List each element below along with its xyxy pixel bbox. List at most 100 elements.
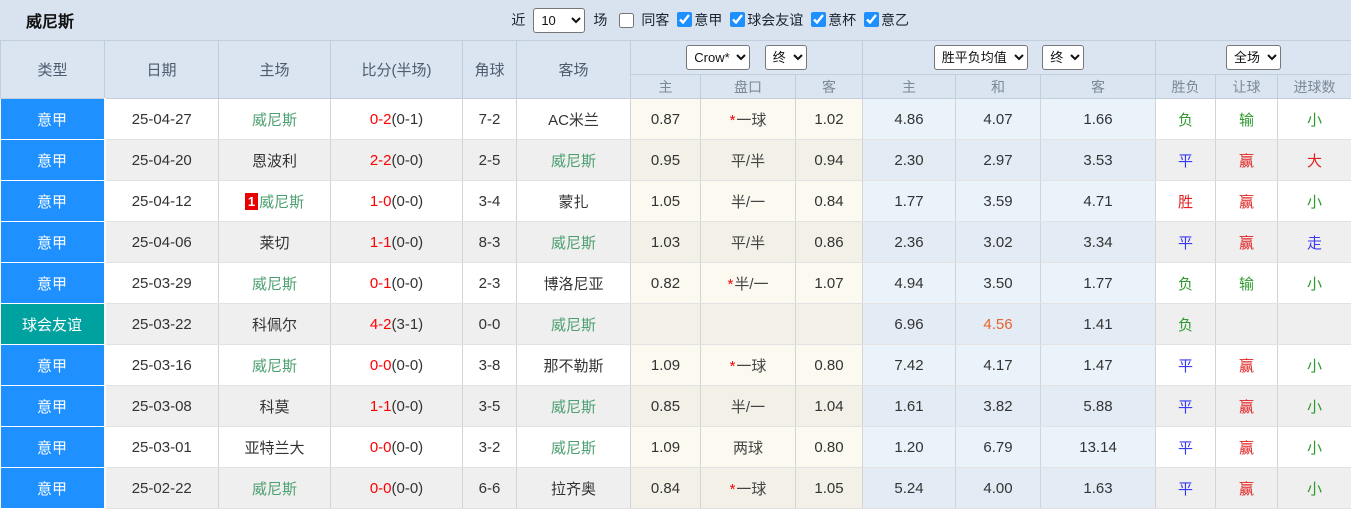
handicap-line-cell: 平/半 xyxy=(700,221,796,263)
mean-draw-cell: 2.97 xyxy=(955,139,1042,181)
subcol-odds-away: 客 xyxy=(794,74,864,99)
mean-home-cell: 4.86 xyxy=(862,98,957,140)
home-team-cell[interactable]: 科佩尔 xyxy=(218,303,331,345)
mean-stage-select[interactable]: 终 xyxy=(1042,45,1085,70)
home-team-cell[interactable]: 科莫 xyxy=(218,385,331,427)
away-team-cell[interactable]: 那不勒斯 xyxy=(516,344,631,386)
home-team-cell[interactable]: 恩波利 xyxy=(218,139,331,181)
mean-away-cell: 4.71 xyxy=(1040,180,1157,222)
table-row: 球会友谊 25-03-22 科佩尔 4-2(3-1) 0-0 威尼斯 6.96 … xyxy=(0,303,1351,345)
away-team-cell[interactable]: 威尼斯 xyxy=(516,303,631,345)
corners-cell: 3-2 xyxy=(462,426,517,468)
league-filter-checkbox[interactable] xyxy=(677,12,693,28)
odds-stage-select[interactable]: 终 xyxy=(764,45,807,70)
league-cell: 意甲 xyxy=(0,180,106,222)
handicap-line-cell xyxy=(700,303,796,345)
date-cell: 25-03-22 xyxy=(104,303,219,345)
fulltime-score: 0-0 xyxy=(369,479,392,497)
halftime-score: (0-0) xyxy=(391,438,424,456)
table-row: 意甲 25-03-01 亚特兰大 0-0(0-0) 3-2 威尼斯 1.09 两… xyxy=(0,426,1351,468)
away-team-cell[interactable]: AC米兰 xyxy=(516,98,631,140)
away-team-cell[interactable]: 蒙扎 xyxy=(516,180,631,222)
odds-away-cell: 0.80 xyxy=(795,344,864,386)
home-team-cell[interactable]: 威尼斯 xyxy=(218,467,331,509)
result-handicap-cell: 赢 xyxy=(1215,426,1279,468)
subcol-result-goals: 进球数 xyxy=(1277,74,1351,99)
mean-type-select[interactable]: 胜平负均值 xyxy=(933,45,1028,70)
score-cell: 0-1(0-0) xyxy=(330,262,463,304)
corners-cell: 2-5 xyxy=(462,139,517,181)
recent-count-select[interactable]: 10 xyxy=(533,7,586,33)
result-wdl-cell: 平 xyxy=(1155,139,1217,181)
result-handicap-cell: 赢 xyxy=(1215,467,1279,509)
fulltime-score: 2-2 xyxy=(369,151,392,169)
away-team-cell[interactable]: 威尼斯 xyxy=(516,221,631,263)
score-cell: 1-1(0-0) xyxy=(330,221,463,263)
score-cell: 2-2(0-0) xyxy=(330,139,463,181)
mean-draw-cell: 4.00 xyxy=(955,467,1042,509)
table-row: 意甲 25-04-27 威尼斯 0-2(0-1) 7-2 AC米兰 0.87 *… xyxy=(0,98,1351,140)
mean-away-cell: 1.63 xyxy=(1040,467,1157,509)
corners-cell: 7-2 xyxy=(462,98,517,140)
handicap-line-cell: *半/一 xyxy=(700,262,796,304)
result-goals-cell: 大 xyxy=(1277,139,1351,181)
away-team-cell[interactable]: 威尼斯 xyxy=(516,385,631,427)
odds-home-cell xyxy=(630,303,701,345)
league-filter-checkbox[interactable] xyxy=(811,12,827,28)
result-wdl-cell: 胜 xyxy=(1155,180,1217,222)
mean-draw-cell: 6.79 xyxy=(955,426,1042,468)
same-opponent-checkbox[interactable] xyxy=(619,12,635,28)
mean-away-cell: 1.77 xyxy=(1040,262,1157,304)
mean-home-cell: 1.77 xyxy=(862,180,957,222)
home-team-cell[interactable]: 1 威尼斯 xyxy=(218,180,331,222)
mean-home-cell: 5.24 xyxy=(862,467,957,509)
mean-draw-cell: 4.56 xyxy=(955,303,1042,345)
odds-home-cell: 1.09 xyxy=(630,426,701,468)
league-filter-label: 意乙 xyxy=(881,11,909,28)
odds-home-cell: 0.85 xyxy=(630,385,701,427)
odds-away-cell: 1.05 xyxy=(795,467,864,509)
mean-home-cell: 2.36 xyxy=(862,221,957,263)
fulltime-score: 1-1 xyxy=(369,233,392,251)
league-filter-label: 球会友谊 xyxy=(747,11,804,28)
home-team-cell[interactable]: 威尼斯 xyxy=(218,262,331,304)
mean-home-cell: 2.30 xyxy=(862,139,957,181)
away-team-cell[interactable]: 威尼斯 xyxy=(516,426,631,468)
result-wdl-cell: 平 xyxy=(1155,221,1217,263)
away-team-cell[interactable]: 威尼斯 xyxy=(516,139,631,181)
result-handicap-cell: 输 xyxy=(1215,262,1279,304)
fulltime-score: 0-2 xyxy=(369,110,392,128)
col-header-away: 客场 xyxy=(516,40,631,99)
odds-home-cell: 0.95 xyxy=(630,139,701,181)
away-team-cell[interactable]: 博洛尼亚 xyxy=(516,262,631,304)
subcol-result-wdl: 胜负 xyxy=(1155,74,1217,99)
league-filter-item: 意杯 xyxy=(807,10,856,30)
score-cell: 1-0(0-0) xyxy=(330,180,463,222)
odds-provider-select[interactable]: Crow* xyxy=(686,45,751,70)
table-row: 意甲 25-02-22 威尼斯 0-0(0-0) 6-6 拉齐奥 0.84 *一… xyxy=(0,467,1351,509)
date-cell: 25-03-01 xyxy=(104,426,219,468)
handicap-star: * xyxy=(727,275,734,293)
league-filter-checkbox[interactable] xyxy=(864,12,879,28)
home-team-cell[interactable]: 亚特兰大 xyxy=(218,426,331,468)
page-title: 威尼斯 xyxy=(26,14,75,31)
away-team-cell[interactable]: 拉齐奥 xyxy=(516,467,631,509)
mean-away-cell: 13.14 xyxy=(1040,426,1157,468)
home-team-cell[interactable]: 莱切 xyxy=(218,221,331,263)
result-handicap-cell: 赢 xyxy=(1215,180,1279,222)
odds-away-cell: 0.84 xyxy=(795,180,864,222)
league-cell: 球会友谊 xyxy=(0,303,106,345)
league-cell: 意甲 xyxy=(0,467,106,509)
odds-group-header: Crow* 终 xyxy=(629,40,864,75)
home-team-cell[interactable]: 威尼斯 xyxy=(218,98,331,140)
date-cell: 25-04-12 xyxy=(104,180,219,222)
league-filter-checkbox[interactable] xyxy=(730,12,746,28)
filter-controls: 近 10 场 同客 意甲 球会友谊 意杯 意乙 xyxy=(507,7,909,33)
topbar: 威尼斯 近 10 场 同客 意甲 球会友谊 意杯 意乙 xyxy=(0,0,1351,40)
corners-cell: 6-6 xyxy=(462,467,517,509)
odds-home-cell: 0.84 xyxy=(630,467,701,509)
score-cell: 0-0(0-0) xyxy=(330,344,463,386)
scope-select[interactable]: 全场 xyxy=(1226,45,1282,70)
result-wdl-cell: 平 xyxy=(1155,426,1217,468)
home-team-cell[interactable]: 威尼斯 xyxy=(218,344,331,386)
